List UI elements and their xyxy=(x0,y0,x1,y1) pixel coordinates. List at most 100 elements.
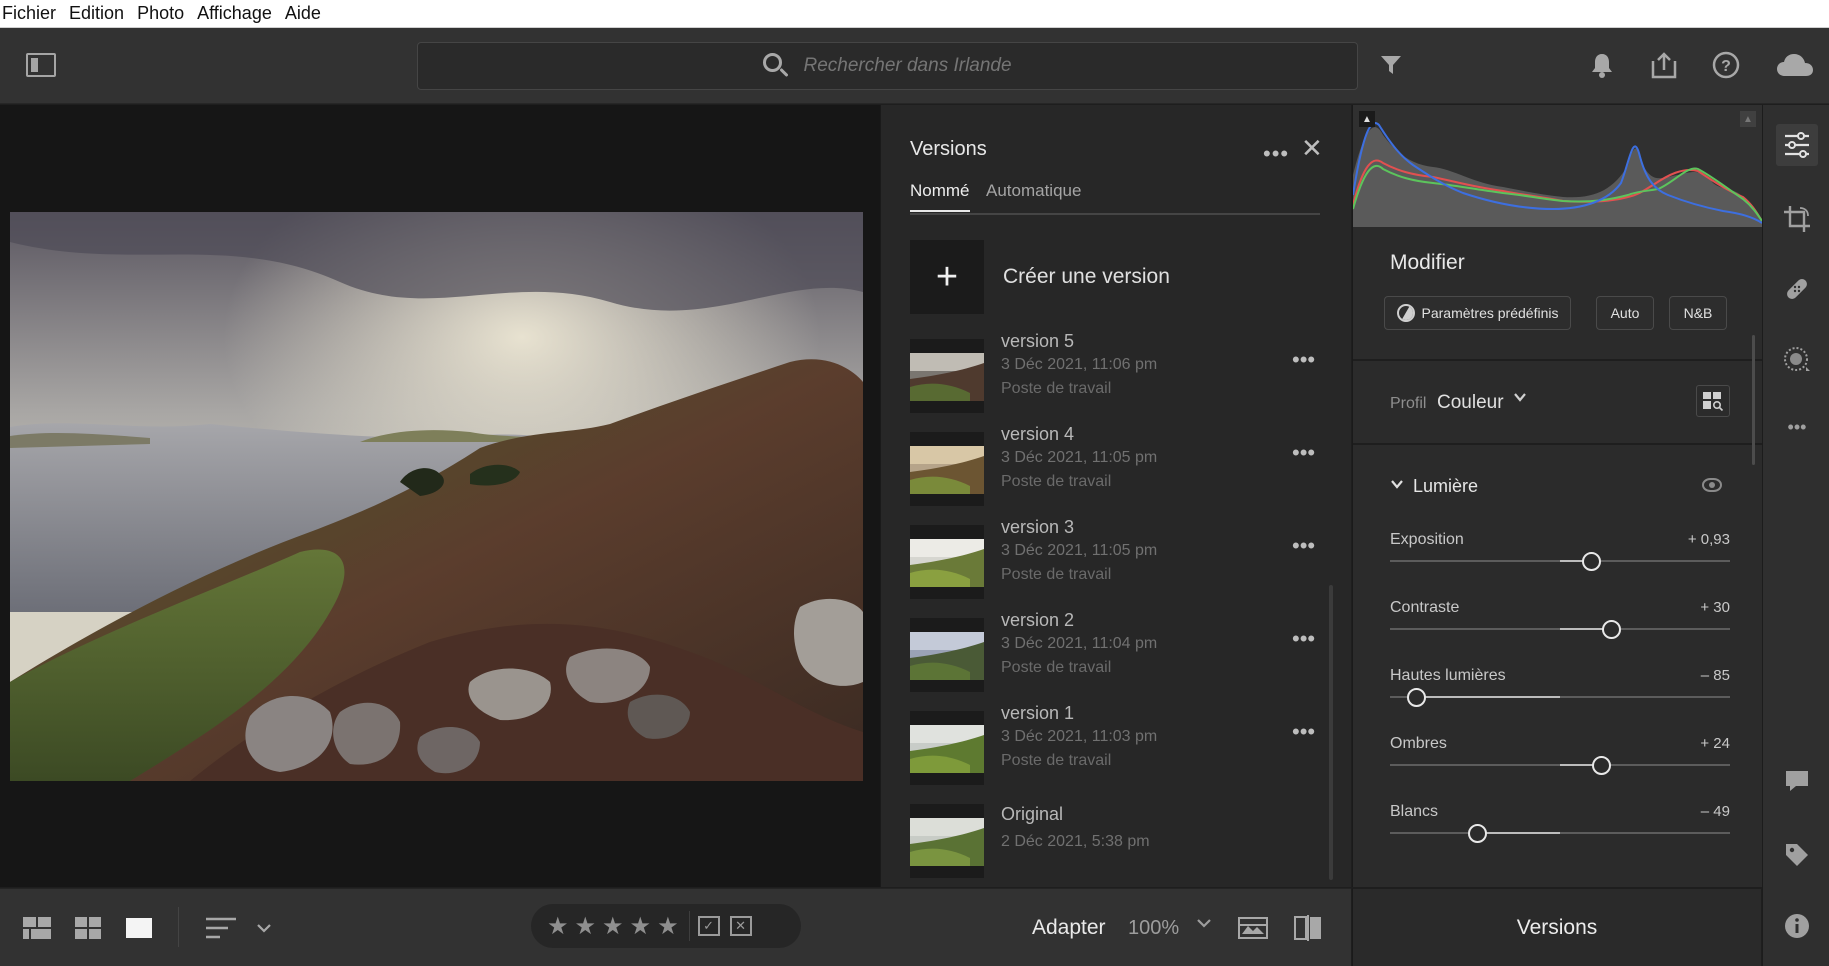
bw-button[interactable]: N&B xyxy=(1669,296,1727,330)
zoom-value[interactable]: 100% xyxy=(1128,917,1179,940)
star-icon[interactable]: ★ xyxy=(657,912,679,941)
before-after-icon[interactable] xyxy=(1238,915,1268,941)
version-date: 3 Déc 2021, 11:05 pm xyxy=(1001,449,1158,466)
slider-value[interactable]: – 49 xyxy=(1701,803,1730,820)
search-box[interactable] xyxy=(417,42,1358,90)
scrollbar[interactable] xyxy=(1329,585,1333,880)
edit-sliders-icon[interactable] xyxy=(1776,124,1818,166)
presets-button[interactable]: Paramètres prédéfinis xyxy=(1384,296,1571,330)
search-input[interactable] xyxy=(803,55,1014,77)
slider-knob[interactable] xyxy=(1602,620,1621,639)
highlight-clipping-icon[interactable]: ▲ xyxy=(1740,111,1756,127)
list-item[interactable]: version 3 3 Déc 2021, 11:05 pm Poste de … xyxy=(910,515,1315,608)
chevron-down-icon[interactable] xyxy=(1513,390,1527,409)
contrast-slider[interactable]: Contraste + 30 xyxy=(1390,599,1730,649)
list-item[interactable]: version 4 3 Déc 2021, 11:05 pm Poste de … xyxy=(910,422,1315,515)
menu-fichier[interactable]: Fichier xyxy=(2,3,63,24)
profile-dropdown[interactable]: Couleur xyxy=(1437,392,1504,414)
menu-affichage[interactable]: Affichage xyxy=(197,3,279,24)
slider-knob[interactable] xyxy=(1468,824,1487,843)
reject-flag-icon[interactable]: ✕ xyxy=(729,916,752,936)
presets-icon xyxy=(1396,304,1415,322)
tab-automatic[interactable]: Automatique xyxy=(986,181,1081,201)
square-grid-icon[interactable] xyxy=(22,915,52,941)
more-options-icon[interactable]: ••• xyxy=(1292,347,1315,373)
tag-icon[interactable] xyxy=(1776,834,1818,876)
eye-icon[interactable] xyxy=(1702,478,1722,492)
divider xyxy=(688,911,690,941)
version-date: 3 Déc 2021, 11:06 pm xyxy=(1001,356,1158,373)
sidebar-toggle-icon[interactable] xyxy=(26,53,56,77)
chevron-down-icon[interactable] xyxy=(1196,916,1212,935)
more-options-icon[interactable]: ••• xyxy=(1292,533,1315,559)
slider-track[interactable] xyxy=(1390,832,1730,834)
info-icon[interactable] xyxy=(1776,905,1818,947)
tab-named[interactable]: Nommé xyxy=(910,181,970,212)
version-device: Poste de travail xyxy=(1001,566,1112,583)
photo-viewer[interactable] xyxy=(0,105,880,887)
share-icon[interactable] xyxy=(1649,50,1679,80)
version-name: version 3 xyxy=(1001,517,1075,537)
filter-icon[interactable] xyxy=(1376,50,1406,80)
versions-panel: Versions ••• ✕ Nommé Automatique + Créer… xyxy=(880,105,1351,887)
menu-aide[interactable]: Aide xyxy=(285,3,328,24)
highlights-slider[interactable]: Hautes lumières – 85 xyxy=(1390,667,1730,717)
help-icon[interactable]: ? xyxy=(1711,50,1741,80)
section-header-light[interactable]: Lumière xyxy=(1390,476,1478,497)
shadow-clipping-icon[interactable]: ▲ xyxy=(1359,111,1375,127)
chevron-down-icon[interactable] xyxy=(255,915,273,941)
star-icon[interactable]: ★ xyxy=(575,912,597,941)
grid-view-icon[interactable] xyxy=(74,915,102,941)
fit-button[interactable]: Adapter xyxy=(1032,916,1106,940)
menu-photo[interactable]: Photo xyxy=(137,3,191,24)
pick-flag-icon[interactable]: ✓ xyxy=(697,916,720,936)
list-item[interactable]: version 1 3 Déc 2021, 11:03 pm Poste de … xyxy=(910,701,1315,794)
edit-controls: Modifier Paramètres prédéfinis Auto N&B … xyxy=(1353,227,1762,887)
comment-icon[interactable] xyxy=(1776,760,1818,802)
cloud-icon[interactable] xyxy=(1776,50,1814,80)
exposure-slider[interactable]: Exposition + 0,93 xyxy=(1390,531,1730,581)
tool-rail: ••• xyxy=(1762,105,1829,966)
list-item[interactable]: version 5 3 Déc 2021, 11:06 pm Poste de … xyxy=(910,329,1315,422)
scrollbar[interactable] xyxy=(1752,335,1755,465)
histogram: ▲ ▲ xyxy=(1352,105,1763,227)
close-icon[interactable]: ✕ xyxy=(1301,133,1323,164)
slider-knob[interactable] xyxy=(1407,688,1426,707)
single-view-icon[interactable] xyxy=(125,915,153,941)
star-icon[interactable]: ★ xyxy=(630,912,652,941)
more-options-icon[interactable]: ••• xyxy=(1292,440,1315,466)
sort-icon[interactable] xyxy=(205,915,237,941)
slider-knob[interactable] xyxy=(1582,552,1601,571)
versions-panel-toggle[interactable]: Versions xyxy=(1352,888,1761,966)
version-thumbnail xyxy=(910,711,984,785)
more-tools-icon[interactable]: ••• xyxy=(1776,406,1818,448)
list-item[interactable]: version 2 3 Déc 2021, 11:04 pm Poste de … xyxy=(910,608,1315,701)
slider-value[interactable]: + 30 xyxy=(1700,599,1730,616)
slider-value[interactable]: – 85 xyxy=(1701,667,1730,684)
shadows-slider[interactable]: Ombres + 24 xyxy=(1390,735,1730,785)
masking-icon[interactable] xyxy=(1776,339,1818,381)
more-options-icon[interactable]: ••• xyxy=(1292,626,1315,652)
profile-browser-icon[interactable] xyxy=(1696,385,1730,417)
more-options-icon[interactable]: ••• xyxy=(1292,719,1315,745)
healing-icon[interactable] xyxy=(1776,268,1818,310)
star-icon[interactable]: ★ xyxy=(602,912,624,941)
version-thumbnail xyxy=(910,525,984,599)
edit-title: Modifier xyxy=(1390,251,1465,274)
create-version-button[interactable]: + Créer une version xyxy=(910,240,1170,314)
auto-button[interactable]: Auto xyxy=(1596,296,1654,330)
menu-edition[interactable]: Edition xyxy=(69,3,131,24)
version-date: 3 Déc 2021, 11:05 pm xyxy=(1001,542,1158,559)
star-icon[interactable]: ★ xyxy=(547,912,569,941)
crop-icon[interactable] xyxy=(1776,198,1818,240)
list-item[interactable]: Original 2 Déc 2021, 5:38 pm xyxy=(910,794,1310,887)
slider-value[interactable]: + 0,93 xyxy=(1688,531,1730,548)
slider-label: Hautes lumières xyxy=(1390,667,1506,684)
slider-value[interactable]: + 24 xyxy=(1700,735,1730,752)
whites-slider[interactable]: Blancs – 49 xyxy=(1390,803,1730,853)
more-options-icon[interactable]: ••• xyxy=(1263,141,1289,167)
compare-icon[interactable] xyxy=(1293,915,1323,941)
bell-icon[interactable] xyxy=(1587,50,1617,80)
version-name: version 5 xyxy=(1001,331,1075,351)
slider-knob[interactable] xyxy=(1592,756,1611,775)
